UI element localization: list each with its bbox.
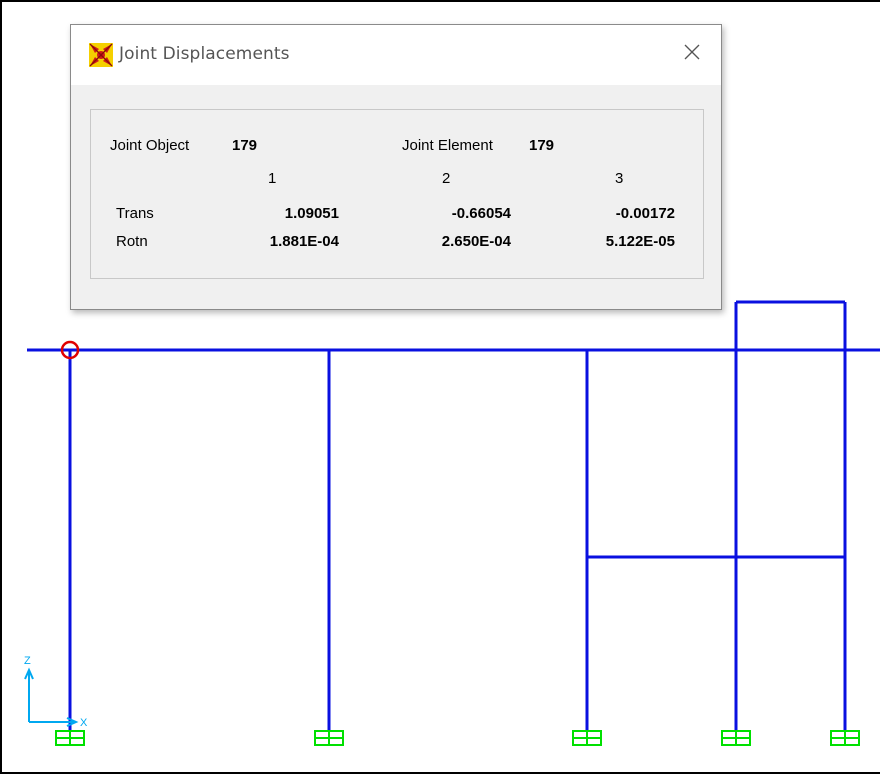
- joint-element-label: Joint Element: [402, 137, 493, 154]
- column-header-2: 2: [442, 170, 451, 187]
- rotn-value-1: 1.881E-04: [269, 233, 339, 250]
- trans-value-1: 1.09051: [284, 205, 339, 222]
- axis-x-label: X: [80, 717, 88, 729]
- axis-z-label: Z: [24, 655, 31, 667]
- trans-value-2: -0.66054: [451, 205, 511, 222]
- sap2000-app-icon: [89, 43, 113, 67]
- joint-displacements-dialog[interactable]: Joint Displacements Joint Object 179 Joi…: [70, 24, 722, 310]
- trans-value-3: -0.00172: [615, 205, 675, 222]
- support-2[interactable]: [314, 730, 344, 746]
- axis-triad-icon: [24, 667, 79, 727]
- row-label-trans: Trans: [116, 205, 154, 222]
- dialog-titlebar[interactable]: Joint Displacements: [71, 25, 721, 85]
- close-icon[interactable]: [677, 37, 707, 67]
- joint-element-value: 179: [529, 137, 555, 154]
- joint-object-label: Joint Object: [110, 137, 190, 154]
- dialog-title: Joint Displacements: [119, 44, 290, 64]
- column-header-3: 3: [615, 170, 624, 187]
- support-1[interactable]: [55, 730, 85, 746]
- rotn-value-2: 2.650E-04: [441, 233, 511, 250]
- rotn-value-3: 5.122E-05: [605, 233, 675, 250]
- column-header-1: 1: [268, 170, 277, 187]
- displacements-group: Joint Object 179 Joint Element 179 1 2 3…: [90, 109, 704, 279]
- joint-object-value: 179: [232, 137, 258, 154]
- support-3[interactable]: [572, 730, 602, 746]
- support-5[interactable]: [830, 730, 860, 746]
- row-label-rotn: Rotn: [116, 233, 148, 250]
- support-4[interactable]: [721, 730, 751, 746]
